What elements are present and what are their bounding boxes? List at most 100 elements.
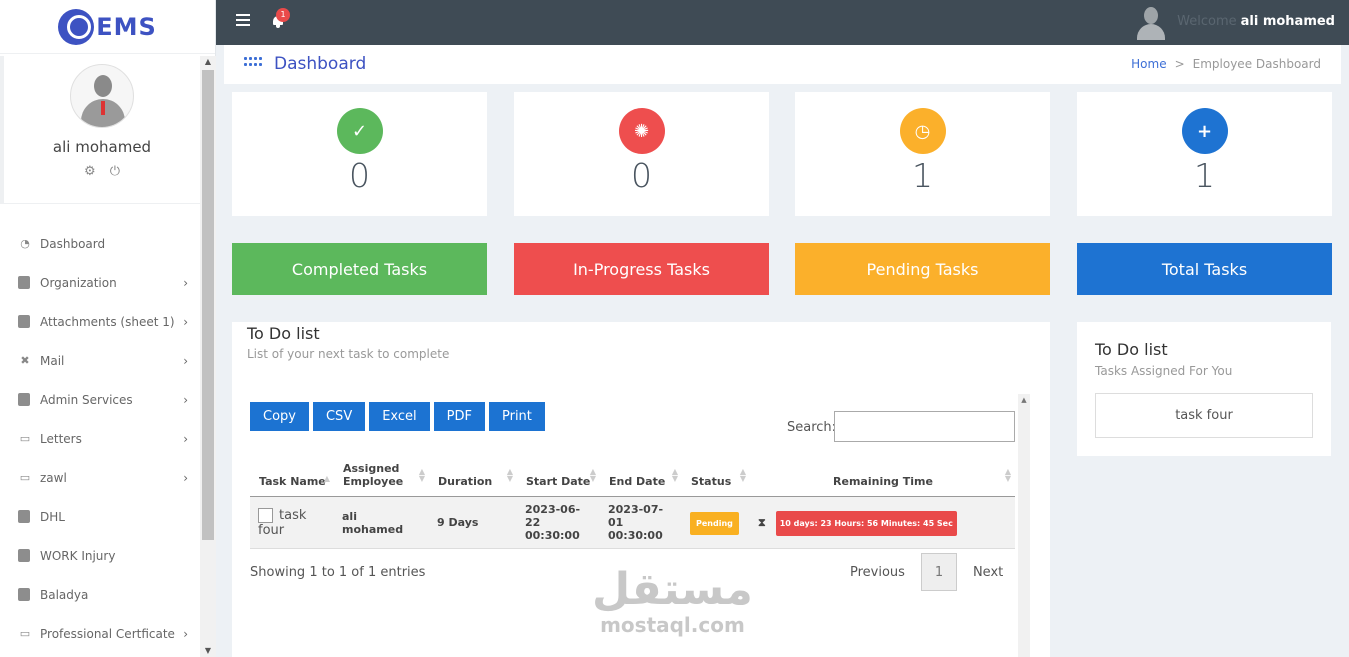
clipboard-icon — [18, 315, 30, 328]
task-checkbox[interactable] — [258, 507, 273, 523]
dashboard-icon: ◔ — [20, 237, 30, 250]
profile-panel: ali mohamed ⚙ ⏻ — [0, 56, 200, 204]
scroll-down-arrow-icon[interactable]: ▼ — [200, 645, 216, 657]
previous-page-button[interactable]: Previous — [850, 565, 905, 580]
sidebar-item-label: Dashboard — [40, 236, 106, 251]
table-row[interactable]: task four ali mohamed 9 Days 2023-06-22 … — [250, 496, 1015, 549]
in-progress-tasks-button[interactable]: In-Progress Tasks — [514, 243, 769, 295]
sidebar-item-letters[interactable]: ▭ Letters › — [0, 419, 200, 458]
chevron-right-icon: › — [183, 470, 188, 485]
stat-value: 1 — [1194, 156, 1215, 195]
todo-title: To Do list — [247, 324, 320, 343]
pending-tasks-button[interactable]: Pending Tasks — [795, 243, 1050, 295]
check-icon: ✓ — [336, 108, 383, 154]
assigned-task-item[interactable]: task four — [1095, 393, 1313, 438]
hamburger-menu-icon[interactable] — [236, 14, 250, 29]
pdf-button[interactable]: PDF — [433, 402, 485, 431]
sidebar-item-work-injury[interactable]: WORK Injury — [0, 536, 200, 575]
page-title: Dashboard — [274, 54, 367, 74]
breadcrumb-home-link[interactable]: Home — [1131, 57, 1166, 71]
scroll-thumb[interactable] — [202, 70, 214, 540]
sidebar-item-professional-certficate[interactable]: ▭ Professional Certficate › — [0, 614, 200, 653]
topbar-user-name: ali mohamed — [1240, 14, 1335, 29]
hourglass-icon: ⧗ — [758, 515, 766, 529]
welcome-label: Welcome — [1177, 14, 1237, 29]
watermark-arabic: مستقل — [592, 564, 753, 615]
sidebar-item-label: Organization — [40, 275, 117, 290]
grid-dots-icon — [244, 57, 264, 69]
building-icon — [18, 276, 30, 289]
column-header-status[interactable]: Status ▲ ▼ — [682, 456, 750, 497]
completed-tasks-button[interactable]: Completed Tasks — [232, 243, 487, 295]
breadcrumb: Home > Employee Dashboard — [1131, 57, 1321, 71]
logo-text: EMS — [96, 12, 157, 41]
sidebar-item-baladya[interactable]: Baladya — [0, 575, 200, 614]
stat-value: 0 — [631, 156, 652, 195]
pagination: Previous 1 Next — [850, 553, 1003, 591]
scroll-up-arrow-icon[interactable]: ▲ — [1018, 394, 1030, 406]
status-badge: Pending — [690, 512, 739, 535]
excel-button[interactable]: Excel — [369, 402, 430, 431]
gear-icon[interactable]: ⚙ — [84, 164, 96, 179]
sidebar-item-label: Mail — [40, 353, 65, 368]
breadcrumb-current: Employee Dashboard — [1192, 57, 1321, 71]
table-scrollbar[interactable]: ▲ — [1018, 394, 1030, 657]
stat-card-pending: ◷ 1 — [795, 92, 1050, 216]
app-logo[interactable]: EMS — [0, 0, 215, 54]
column-header-end-date[interactable]: End Date ▲ ▼ — [600, 456, 682, 497]
sort-icon: ▲ ▼ — [589, 467, 596, 483]
sidebar: EMS ali mohamed ⚙ ⏻ ◔ Dashboard Organiza… — [0, 0, 216, 657]
sidebar-item-organization[interactable]: Organization › — [0, 263, 200, 302]
export-buttons: Copy CSV Excel PDF Print — [250, 402, 545, 431]
print-button[interactable]: Print — [488, 402, 545, 431]
stat-card-total: + 1 — [1077, 92, 1332, 216]
profile-avatar — [70, 64, 134, 128]
end-date-cell: 2023-07-01 00:30:00 — [600, 496, 682, 549]
sidebar-menu: ◔ Dashboard Organization › Attachments (… — [0, 204, 200, 653]
column-header-assigned-employee[interactable]: Assigned Employee ▲ ▼ — [334, 456, 429, 497]
stat-value: 1 — [912, 156, 933, 195]
list-icon — [18, 393, 30, 406]
clock-icon: ◷ — [899, 108, 946, 154]
page-1-button[interactable]: 1 — [920, 553, 957, 591]
assigned-todo-subtitle: Tasks Assigned For You — [1095, 364, 1233, 378]
sidebar-item-admin-services[interactable]: Admin Services › — [0, 380, 200, 419]
column-header-duration[interactable]: Duration ▲ ▼ — [429, 456, 517, 497]
assigned-todo-panel: To Do list Tasks Assigned For You task f… — [1077, 322, 1331, 456]
sort-icon: ▲ ▼ — [506, 467, 513, 483]
briefcase-icon — [18, 588, 30, 601]
column-header-remaining-time[interactable]: Remaining Time ▲ ▼ — [750, 456, 1015, 497]
user-avatar[interactable] — [1135, 4, 1167, 40]
sidebar-item-attachments[interactable]: Attachments (sheet 1) › — [0, 302, 200, 341]
search-input[interactable] — [834, 411, 1015, 442]
scroll-up-arrow-icon[interactable]: ▲ — [200, 56, 216, 68]
welcome-text[interactable]: Welcome ali mohamed — [1177, 14, 1335, 29]
watermark-latin: mostaql.com — [600, 613, 745, 637]
sidebar-item-mail[interactable]: ✖ Mail › — [0, 341, 200, 380]
power-icon[interactable]: ⏻ — [110, 164, 120, 179]
spinner-icon: ✺ — [618, 108, 665, 154]
assigned-todo-title: To Do list — [1095, 340, 1168, 359]
remaining-time-badge: 10 days: 23 Hours: 56 Minutes: 45 Sec — [775, 510, 957, 536]
sidebar-scroll-area: ali mohamed ⚙ ⏻ ◔ Dashboard Organization… — [0, 56, 200, 657]
profile-name: ali mohamed — [52, 138, 152, 156]
column-header-task-name[interactable]: Task Name ▲ — [250, 456, 334, 497]
next-page-button[interactable]: Next — [973, 565, 1003, 580]
table-info: Showing 1 to 1 of 1 entries — [250, 565, 426, 580]
copy-button[interactable]: Copy — [250, 402, 309, 431]
todo-subtitle: List of your next task to complete — [247, 347, 450, 361]
column-header-start-date[interactable]: Start Date ▲ ▼ — [517, 456, 600, 497]
briefcase-icon — [18, 549, 30, 562]
sort-icon: ▲ ▼ — [1004, 467, 1011, 483]
sidebar-item-label: Attachments (sheet 1) — [40, 314, 175, 329]
sidebar-item-zawl[interactable]: ▭ zawl › — [0, 458, 200, 497]
total-tasks-button[interactable]: Total Tasks — [1077, 243, 1332, 295]
chevron-right-icon: › — [183, 626, 188, 641]
sidebar-item-dhl[interactable]: DHL — [0, 497, 200, 536]
csv-button[interactable]: CSV — [312, 402, 366, 431]
sidebar-item-dashboard[interactable]: ◔ Dashboard — [0, 224, 200, 263]
sidebar-item-label: DHL — [40, 509, 65, 524]
sidebar-scrollbar[interactable]: ▲ ▼ — [200, 56, 216, 657]
search-label: Search: — [787, 420, 837, 435]
stat-card-completed: ✓ 0 — [232, 92, 487, 216]
